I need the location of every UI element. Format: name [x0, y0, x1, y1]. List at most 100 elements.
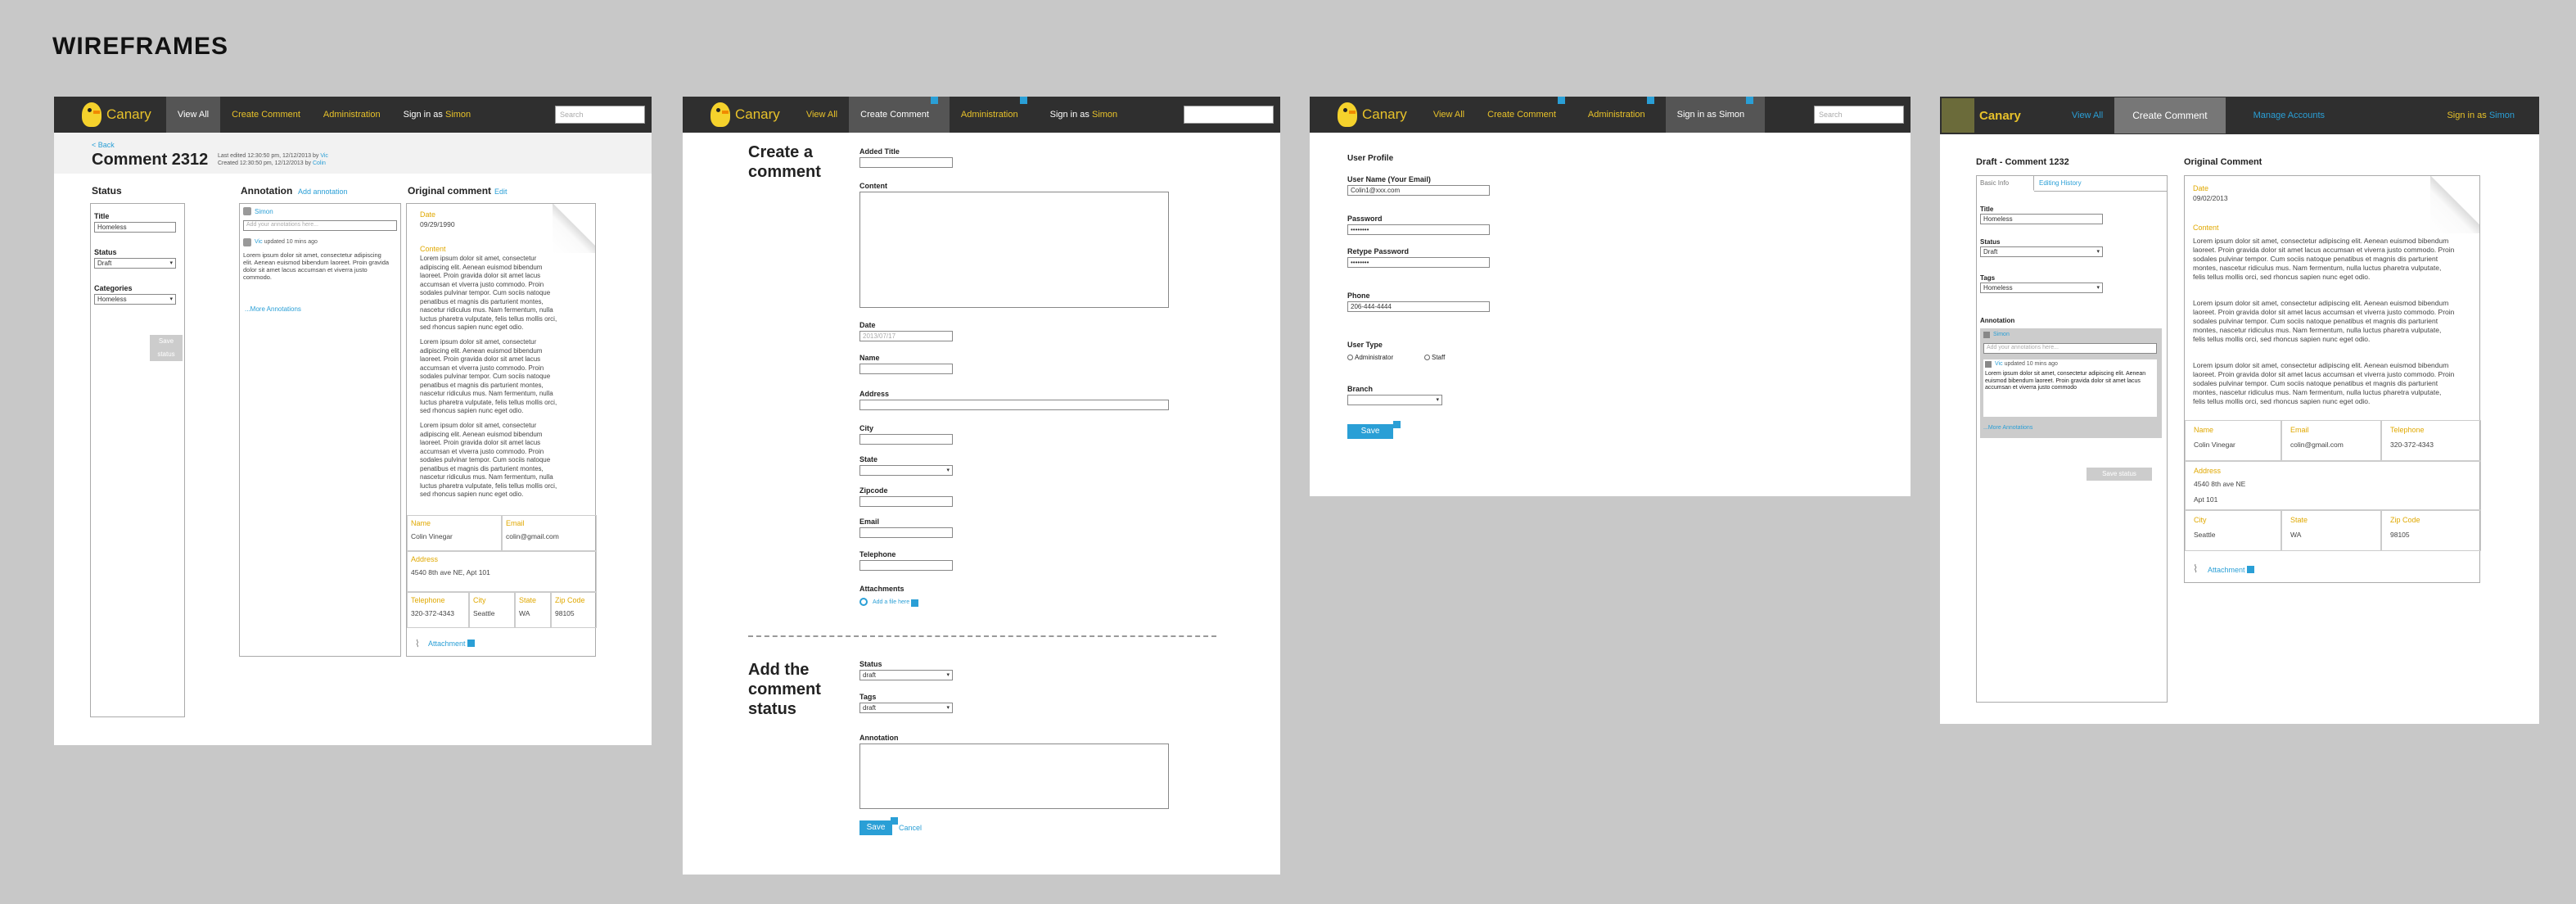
wireframe-user-profile: Canary View All Create Comment Administr… — [1310, 97, 1911, 496]
telephone-label: Telephone — [859, 550, 896, 558]
nav-view-all[interactable]: View All — [795, 97, 849, 133]
user-link[interactable]: Simon — [2489, 111, 2515, 120]
add-file-icon[interactable] — [859, 598, 868, 606]
more-annotations-link[interactable]: ...More Annotations — [1983, 425, 2032, 431]
back-link[interactable]: < Back — [92, 141, 115, 149]
email-cell: Email colin@gmail.com — [2281, 420, 2381, 461]
username-input[interactable]: Colin1@xxx.com — [1347, 185, 1490, 196]
categories-select[interactable]: Homeless — [94, 294, 176, 305]
note-marker-icon — [1746, 97, 1754, 104]
search-input[interactable]: Search — [555, 106, 645, 124]
add-file-link[interactable]: Add a file here — [873, 599, 919, 607]
wireframe-comment-detail: Canary View All Create Comment Administr… — [54, 97, 652, 745]
nav-administration[interactable]: Administration — [1577, 97, 1666, 133]
attachment-link[interactable]: Attachment — [428, 640, 475, 648]
last-edited-user[interactable]: Vic — [320, 153, 328, 159]
content-label: Content — [2193, 224, 2219, 232]
logo[interactable]: Canary — [711, 97, 780, 133]
search-input[interactable]: Search — [1814, 106, 1904, 124]
save-status-button[interactable]: Save status — [150, 335, 183, 361]
canary-logo-icon — [711, 102, 730, 127]
branch-select[interactable] — [1347, 395, 1442, 405]
created-user[interactable]: Colin — [313, 160, 326, 166]
address-input[interactable] — [859, 400, 1169, 410]
email-input[interactable] — [859, 527, 953, 538]
telephone-value: 320-372-4343 — [2390, 441, 2434, 449]
tab-basic-info[interactable]: Basic Info — [1977, 176, 2034, 191]
telephone-cell: Telephone 320-372-4343 — [407, 592, 469, 628]
title-field[interactable]: Homeless — [1980, 214, 2103, 224]
radio-administrator-label: Administrator — [1355, 354, 1394, 361]
more-annotations-link[interactable]: ...More Annotations — [245, 305, 301, 313]
user-link[interactable]: Simon — [1092, 110, 1117, 120]
city-input[interactable] — [859, 434, 953, 445]
nav-view-all[interactable]: View All — [165, 97, 221, 133]
status-select[interactable]: Draft — [94, 258, 176, 269]
telephone-input[interactable] — [859, 560, 953, 571]
nav-view-all[interactable]: View All — [1422, 97, 1476, 133]
date-label: Date — [859, 321, 876, 329]
save-status-button[interactable]: Save status — [2087, 468, 2152, 481]
added-title-input[interactable] — [859, 157, 953, 168]
nav-sign-in[interactable]: Sign in as Simon — [1665, 97, 1766, 133]
status-select[interactable]: draft — [859, 670, 953, 680]
tags-select[interactable]: Homeless — [1980, 282, 2103, 293]
page-title: Comment 2312 — [92, 151, 209, 169]
nav-create-comment[interactable]: Create Comment — [220, 97, 312, 133]
created-text: Created 12:30:50 pm, 12/12/2013 by — [218, 160, 312, 166]
title-label: Title — [94, 212, 110, 220]
add-annotation-link[interactable]: Add annotation — [298, 188, 348, 196]
attachment-link[interactable]: Attachment — [2208, 566, 2254, 574]
nav-manage-accounts[interactable]: Manage Accounts — [2242, 97, 2336, 133]
content-label: Content — [859, 182, 887, 190]
search-input[interactable] — [1184, 106, 1274, 124]
nav-administration[interactable]: Administration — [950, 97, 1039, 133]
paperclip-icon: ⌇ — [2193, 563, 2199, 575]
sign-in-status: Sign in as Simon — [392, 110, 483, 120]
annotation-author[interactable]: Vic — [1995, 361, 2003, 367]
annotation-user[interactable]: Simon — [1993, 332, 2010, 337]
annotation-time: updated 10 mins ago — [264, 239, 318, 245]
nav-create-comment[interactable]: Create Comment — [1476, 97, 1577, 133]
radio-administrator[interactable]: Administrator — [1347, 354, 1393, 361]
page-curl-decoration — [2430, 176, 2479, 233]
nav-view-all[interactable]: View All — [2060, 97, 2114, 133]
logo[interactable]: Canary — [1338, 97, 1407, 133]
radio-staff[interactable]: Staff — [1424, 354, 1445, 361]
annotation-input[interactable]: Add your annotations here... — [1983, 343, 2157, 354]
nav-administration[interactable]: Administration — [312, 97, 392, 133]
logo[interactable]: Canary — [1942, 97, 2021, 133]
save-button[interactable]: Save — [859, 820, 892, 835]
annotation-author[interactable]: Vic — [255, 239, 263, 245]
user-link[interactable]: Simon — [445, 110, 471, 120]
branch-label: Branch — [1347, 385, 1374, 393]
name-input[interactable] — [859, 364, 953, 374]
nav-create-comment[interactable]: Create Comment — [849, 97, 950, 133]
annotation-textarea[interactable] — [859, 744, 1169, 809]
sign-in-label: Sign in as — [403, 110, 443, 120]
zipcode-input[interactable] — [859, 496, 953, 507]
annotation-panel: Simon Add your annotations here... Vic u… — [239, 203, 401, 657]
avatar-icon — [1985, 361, 1992, 368]
title-field[interactable]: Homeless — [94, 222, 176, 233]
tags-select[interactable]: draft — [859, 703, 953, 713]
nav-create-comment[interactable]: Create Comment — [2114, 97, 2226, 133]
password-input[interactable]: •••••••• — [1347, 224, 1490, 235]
name-cell: Name Colin Vinegar — [407, 515, 502, 551]
date-label: Date — [2193, 184, 2209, 192]
note-marker-icon — [1393, 421, 1401, 428]
logo[interactable]: Canary — [82, 97, 151, 133]
content-textarea[interactable] — [859, 192, 1169, 308]
retype-password-input[interactable]: •••••••• — [1347, 257, 1490, 268]
state-select[interactable] — [859, 465, 953, 476]
status-select[interactable]: Draft — [1980, 246, 2103, 257]
phone-input[interactable]: 206-444-4444 — [1347, 301, 1490, 312]
annotation-user[interactable]: Simon — [255, 208, 273, 215]
date-input[interactable]: 2013/07/17 — [859, 331, 953, 341]
annotation-input[interactable]: Add your annotations here... — [243, 220, 397, 231]
save-button[interactable]: Save — [1347, 424, 1393, 439]
cancel-link[interactable]: Cancel — [899, 824, 922, 832]
edit-link[interactable]: Edit — [494, 188, 508, 196]
navbar: Canary View All Create Comment Administr… — [1310, 97, 1911, 133]
tab-editing-history[interactable]: Editing History — [2039, 179, 2082, 187]
